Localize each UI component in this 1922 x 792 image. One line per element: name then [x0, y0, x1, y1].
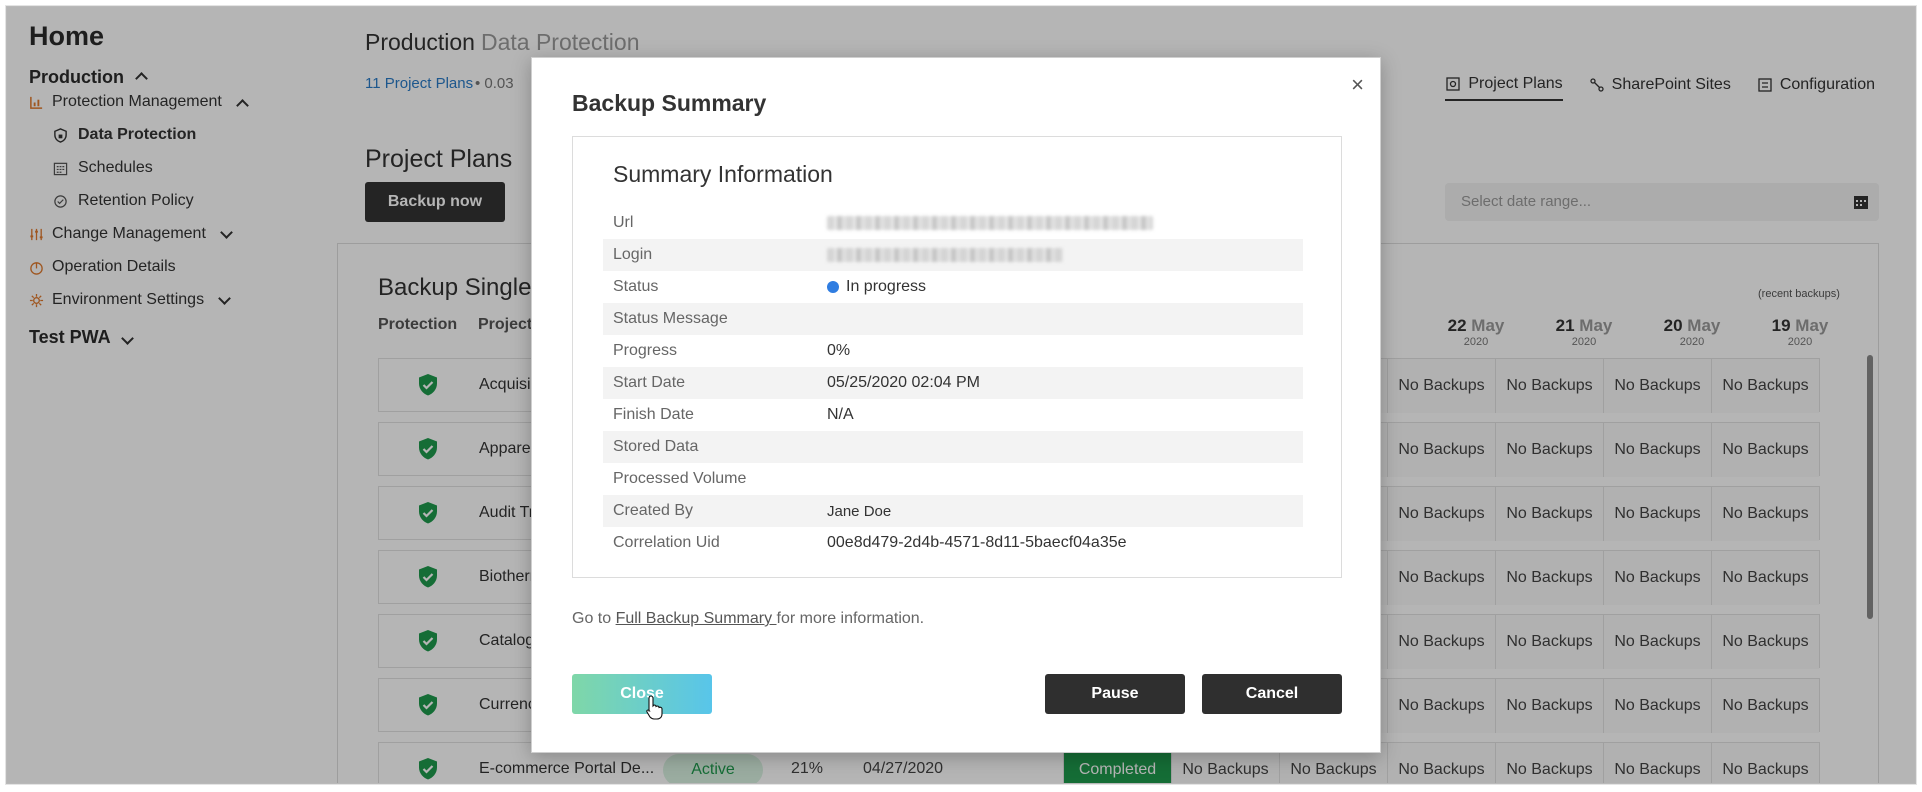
- summary-row: Progress 0%: [603, 335, 1303, 367]
- hand-cursor-icon: [646, 695, 663, 720]
- summary-value: 0%: [827, 342, 850, 360]
- summary-info-box: Summary Information Url Login Status In pro…: [572, 136, 1342, 578]
- summary-label: Progress: [613, 342, 678, 359]
- redacted-value: [827, 248, 1063, 262]
- summary-value: [827, 248, 1063, 262]
- pause-button[interactable]: Pause: [1045, 674, 1185, 714]
- summary-label: Login: [613, 246, 653, 263]
- footer-note: Go to Full Backup Summary for more infor…: [572, 610, 924, 628]
- modal-title: Backup Summary: [572, 90, 767, 116]
- summary-row: Stored Data: [603, 431, 1303, 463]
- summary-label: Start Date: [613, 374, 686, 391]
- summary-value: Jane Doe: [827, 503, 891, 520]
- summary-value-text: 05/25/2020 02:04 PM: [827, 374, 981, 391]
- app-window: Home Production Protection Management Da…: [6, 6, 1916, 784]
- close-button[interactable]: Close: [572, 674, 712, 714]
- summary-label: Stored Data: [613, 438, 699, 455]
- redacted-value: [827, 216, 1153, 230]
- summary-label: Url: [613, 214, 634, 231]
- footer-note-prefix: Go to: [572, 610, 616, 627]
- summary-value-text: N/A: [827, 406, 854, 423]
- summary-row: Login: [603, 239, 1303, 271]
- summary-value-text: Jane Doe: [827, 502, 892, 520]
- summary-value-text: In progress: [846, 278, 927, 295]
- summary-value: In progress: [827, 278, 926, 296]
- summary-value: N/A: [827, 406, 854, 424]
- summary-label: Processed Volume: [613, 470, 747, 487]
- summary-label: Created By: [613, 502, 694, 519]
- summary-value: 05/25/2020 02:04 PM: [827, 374, 980, 392]
- summary-row: Created By Jane Doe: [603, 495, 1303, 527]
- summary-title: Summary Information: [613, 161, 833, 187]
- cancel-button[interactable]: Cancel: [1202, 674, 1342, 714]
- summary-value: 00e8d479-2d4b-4571-8d11-5baecf04a35e: [827, 534, 1127, 552]
- summary-row: Finish Date N/A: [603, 399, 1303, 431]
- summary-row: Status Message: [603, 303, 1303, 335]
- summary-label: Status: [613, 278, 659, 295]
- close-icon[interactable]: ×: [1351, 74, 1364, 96]
- summary-label: Status Message: [613, 310, 728, 327]
- summary-row: Start Date 05/25/2020 02:04 PM: [603, 367, 1303, 399]
- summary-value-text: 0%: [827, 342, 851, 359]
- summary-fields: Url Login Status In progress Status Message P…: [603, 207, 1303, 559]
- full-backup-summary-link[interactable]: Full Backup Summary: [616, 610, 777, 627]
- summary-value-text: 00e8d479-2d4b-4571-8d11-5baecf04a35e: [827, 534, 1127, 551]
- summary-label: Correlation Uid: [613, 534, 720, 551]
- summary-value: [827, 216, 1153, 230]
- status-dot-icon: [827, 281, 839, 293]
- footer-note-suffix: for more information.: [776, 610, 925, 627]
- summary-row: Status In progress: [603, 271, 1303, 303]
- summary-row: Processed Volume: [603, 463, 1303, 495]
- summary-row: Correlation Uid 00e8d479-2d4b-4571-8d11-5…: [603, 527, 1303, 559]
- summary-row: Url: [603, 207, 1303, 239]
- summary-label: Finish Date: [613, 406, 694, 423]
- backup-summary-modal: Backup Summary × Summary Information Url…: [531, 57, 1381, 753]
